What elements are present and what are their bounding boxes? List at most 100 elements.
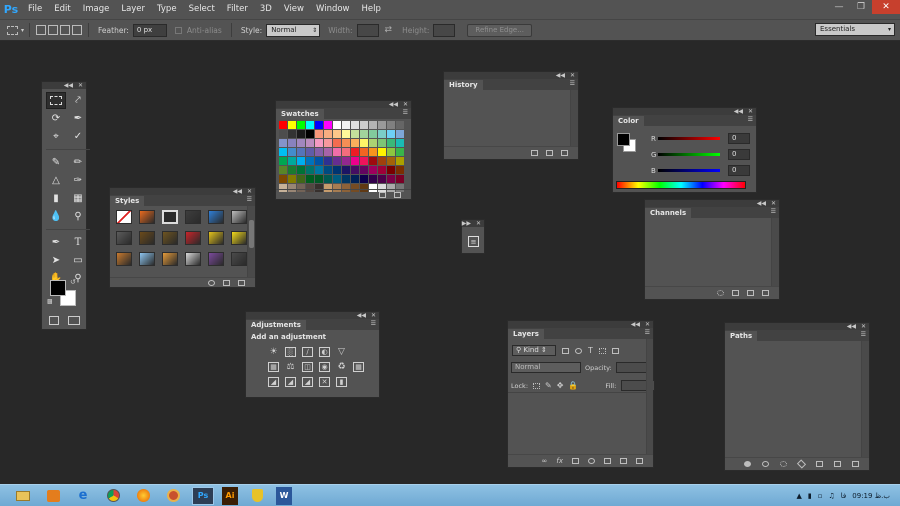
internet-explorer-icon[interactable]: e (72, 487, 94, 505)
healing-brush-tool-icon[interactable]: ✎ (46, 154, 66, 171)
style-preset[interactable] (116, 252, 132, 266)
clock[interactable]: 09:19 ب.ظ (852, 492, 890, 500)
color-swatch[interactable] (387, 175, 395, 183)
close-icon[interactable]: ✕ (247, 188, 252, 195)
lock-image-icon[interactable]: ✎ (545, 381, 552, 390)
shield-icon[interactable] (246, 487, 268, 505)
style-preset[interactable] (162, 252, 178, 266)
foreground-color-front[interactable] (50, 280, 66, 296)
color-balance-icon[interactable]: ⚖ (285, 362, 296, 372)
color-swatch[interactable] (351, 175, 359, 183)
menu-view[interactable]: View (278, 0, 310, 19)
color-swatch[interactable] (324, 148, 332, 156)
blend-mode-select[interactable]: Normal (511, 362, 581, 373)
new-layer-icon[interactable] (620, 458, 627, 464)
color-swatch[interactable] (342, 139, 350, 147)
color-swatch[interactable] (351, 121, 359, 129)
color-swatch[interactable] (315, 175, 323, 183)
hue-saturation-icon[interactable]: ▦ (268, 362, 279, 372)
color-swatch[interactable] (378, 175, 386, 183)
color-swatch[interactable] (369, 121, 377, 129)
panel-header[interactable]: ◀◀ ✕ (42, 82, 86, 89)
panel-menu-icon[interactable]: ☰ (645, 329, 650, 336)
close-icon[interactable]: ✕ (748, 108, 753, 115)
color-swatch[interactable] (342, 148, 350, 156)
pen-tool-icon[interactable]: ✒ (46, 234, 66, 251)
style-preset[interactable] (139, 210, 155, 224)
collapse-icon[interactable]: ◀◀ (757, 200, 766, 207)
filter-pixel-icon[interactable] (562, 347, 569, 354)
color-swatch[interactable] (306, 166, 314, 174)
collapse-icon[interactable]: ◀◀ (734, 108, 743, 115)
trash-icon[interactable] (561, 150, 568, 156)
tab-color[interactable]: Color (613, 116, 644, 126)
color-swatch[interactable] (279, 166, 287, 174)
trash-icon[interactable] (762, 290, 769, 296)
camera-icon[interactable] (546, 150, 553, 156)
width-input[interactable] (356, 23, 379, 37)
load-channel-selection-icon[interactable] (717, 290, 724, 296)
menu-window[interactable]: Window (310, 0, 356, 19)
color-swatch[interactable] (342, 166, 350, 174)
tab-adjustments[interactable]: Adjustments (246, 320, 306, 330)
color-swatch[interactable] (324, 166, 332, 174)
new-channel-icon[interactable] (747, 290, 754, 296)
stroke-path-icon[interactable] (762, 461, 769, 467)
close-icon[interactable]: ✕ (861, 323, 866, 330)
color-swatch[interactable] (279, 148, 287, 156)
marquee-preset-icon[interactable] (7, 25, 18, 35)
style-preset[interactable] (116, 210, 132, 224)
illustrator-taskbar-icon[interactable]: Ai (222, 486, 238, 505)
trash-icon[interactable] (852, 461, 859, 467)
add-mask-icon[interactable] (572, 458, 579, 464)
path-selection-tool-icon[interactable]: ➤ (46, 252, 66, 269)
style-preset[interactable] (139, 252, 155, 266)
color-swatch[interactable] (315, 130, 323, 138)
color-swatch[interactable] (351, 139, 359, 147)
color-swatch[interactable] (369, 157, 377, 165)
collapse-icon[interactable]: ▶▶ (462, 220, 471, 227)
crop-tool-icon[interactable]: ⌖ (46, 128, 66, 145)
color-swatch[interactable] (360, 175, 368, 183)
channel-mixer-icon[interactable]: ♻ (336, 362, 347, 372)
fill-path-icon[interactable] (744, 461, 751, 467)
color-swatch[interactable] (315, 139, 323, 147)
file-explorer-icon[interactable] (12, 487, 34, 505)
color-swatch[interactable] (279, 121, 287, 129)
color-swatch[interactable] (378, 130, 386, 138)
color-swatch[interactable] (297, 121, 305, 129)
add-selection-icon[interactable] (48, 25, 59, 35)
feather-input[interactable]: 0 px (132, 23, 167, 37)
collapse-icon[interactable]: ◀◀ (64, 82, 73, 89)
panel-header[interactable]: ◀◀ ✕ (444, 72, 578, 79)
color-swatch[interactable] (342, 130, 350, 138)
color-swatch[interactable] (297, 148, 305, 156)
posterize-icon[interactable]: ◢ (285, 377, 296, 387)
color-swatch[interactable] (369, 175, 377, 183)
color-swatch[interactable] (351, 166, 359, 174)
color-swatch[interactable] (288, 130, 296, 138)
color-swatch[interactable] (297, 139, 305, 147)
trash-icon[interactable] (636, 458, 643, 464)
new-fill-adjustment-icon[interactable] (588, 458, 595, 464)
panel-menu-icon[interactable]: ☰ (570, 80, 575, 87)
volume-icon[interactable]: ♫ (829, 492, 835, 500)
color-swatch[interactable] (333, 121, 341, 129)
menu-file[interactable]: File (22, 0, 48, 19)
close-icon[interactable]: ✕ (78, 82, 83, 89)
green-slider[interactable] (658, 153, 720, 156)
tab-styles[interactable]: Styles (110, 196, 145, 206)
menu-filter[interactable]: Filter (221, 0, 254, 19)
type-tool-icon[interactable]: T (68, 234, 88, 251)
color-swatch[interactable] (306, 175, 314, 183)
styles-scrollbar[interactable] (247, 206, 255, 277)
style-preset[interactable] (231, 210, 247, 224)
kind-filter-select[interactable]: ⚲ Kind ⇕ (512, 345, 556, 356)
color-swatch[interactable] (333, 130, 341, 138)
color-swatch[interactable] (288, 175, 296, 183)
style-preset[interactable] (185, 252, 201, 266)
tab-swatches[interactable]: Swatches (276, 109, 324, 119)
load-path-selection-icon[interactable] (780, 461, 787, 467)
gradient-map-icon[interactable]: ▮ (336, 377, 347, 387)
close-icon[interactable]: ✕ (771, 200, 776, 207)
